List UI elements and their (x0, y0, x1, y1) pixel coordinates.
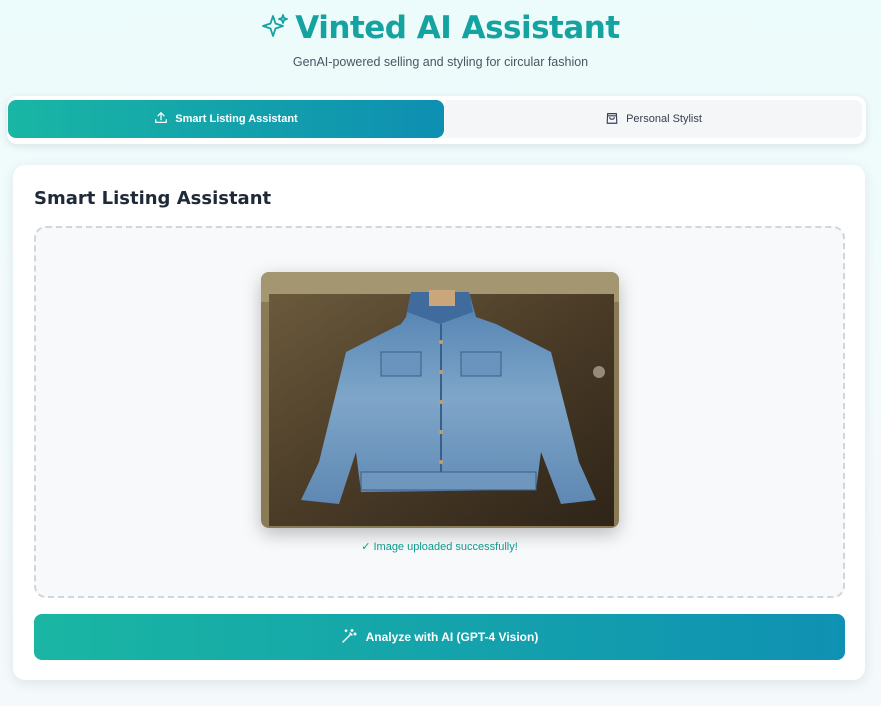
tab-label: Personal Stylist (626, 113, 702, 125)
listing-card: Smart Listing Assistant ✓ Image uploaded… (13, 165, 865, 680)
shopping-bag-icon (605, 111, 619, 128)
tab-personal-stylist[interactable]: Personal Stylist (445, 100, 862, 138)
uploaded-image (261, 272, 619, 528)
tab-label: Smart Listing Assistant (175, 113, 298, 125)
page-header: Vinted AI Assistant GenAI-powered sellin… (0, 10, 881, 69)
tab-smart-listing-assistant[interactable]: Smart Listing Assistant (8, 100, 444, 138)
analyze-button[interactable]: Analyze with AI (GPT-4 Vision) (34, 614, 845, 660)
page-subtitle: GenAI-powered selling and styling for ci… (292, 55, 589, 69)
section-title: Smart Listing Assistant (34, 188, 272, 209)
magic-wand-icon (341, 628, 357, 647)
upload-success-message: ✓ Image uploaded successfully! (361, 541, 518, 553)
title-row: Vinted AI Assistant (261, 10, 620, 46)
sparkles-icon (261, 12, 289, 45)
tab-bar: Smart Listing Assistant Personal Stylist (7, 96, 866, 144)
page-title: Vinted AI Assistant (295, 10, 620, 46)
analyze-button-label: Analyze with AI (GPT-4 Vision) (365, 630, 539, 644)
upload-icon (154, 111, 168, 128)
image-dropzone[interactable]: ✓ Image uploaded successfully! (34, 226, 845, 598)
